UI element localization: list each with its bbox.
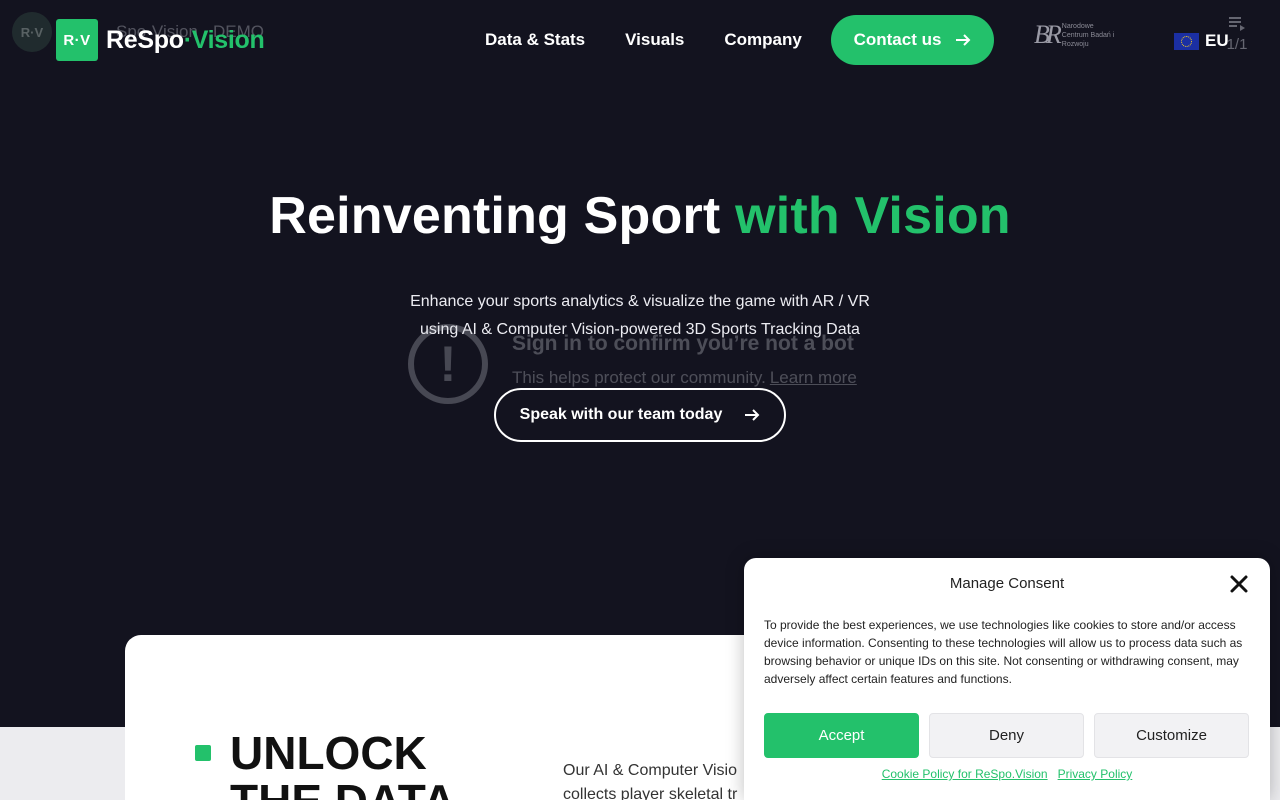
- cookie-policy-link[interactable]: Cookie Policy for ReSpo.Vision: [882, 767, 1048, 781]
- arrow-right-icon: [956, 34, 971, 46]
- accept-button[interactable]: Accept: [764, 713, 919, 758]
- site-logo[interactable]: R·V ReSpo·Vision: [56, 19, 265, 61]
- main-nav: Data & Stats Visuals Company: [485, 30, 802, 50]
- alert-icon: !: [408, 324, 488, 404]
- section-title: UNLOCK THE DATA: [230, 729, 456, 800]
- playlist-queue[interactable]: 1/1: [1222, 16, 1252, 53]
- speak-with-team-label: Speak with our team today: [519, 406, 723, 423]
- nav-item-visuals[interactable]: Visuals: [625, 30, 684, 50]
- hero-title: Reinventing Sport with Vision: [0, 186, 1280, 246]
- speak-with-team-button[interactable]: Speak with our team today: [494, 388, 786, 442]
- consent-links: Cookie Policy for ReSpo.Vision Privacy P…: [744, 767, 1270, 781]
- hero-title-accent: with Vision: [735, 187, 1011, 245]
- section-title-line2: THE DATA: [230, 777, 456, 800]
- customize-button[interactable]: Customize: [1094, 713, 1249, 758]
- hero-title-part1: Reinventing Sport: [269, 187, 736, 245]
- logo-badge: R·V: [56, 19, 98, 61]
- privacy-policy-link[interactable]: Privacy Policy: [1058, 767, 1133, 781]
- playlist-icon: [1229, 17, 1245, 31]
- logo-wordmark: ReSpo·Vision: [106, 25, 265, 55]
- section-bullet-icon: [195, 745, 211, 761]
- consent-buttons: Accept Deny Customize: [764, 713, 1249, 758]
- bot-check-description: This helps protect our community.: [512, 368, 766, 387]
- consent-title: Manage Consent: [949, 575, 1065, 592]
- channel-avatar[interactable]: R·V: [12, 12, 52, 52]
- cookie-consent-dialog: Manage Consent To provide the best exper…: [744, 558, 1270, 800]
- bot-check-body: This helps protect our community. Learn m…: [512, 368, 857, 388]
- bot-check-heading: Sign in to confirm you’re not a bot: [512, 332, 854, 355]
- nav-item-data-stats[interactable]: Data & Stats: [485, 30, 585, 50]
- ncbr-partner-logo[interactable]: BR Narodowe Centrum Badań i Rozwoju: [1034, 20, 1122, 50]
- section-text-line1: Our AI & Computer Visio: [563, 762, 737, 779]
- arrow-right-icon: [745, 409, 760, 421]
- logo-name-part2: ·Vision: [183, 25, 265, 54]
- section-text-line2: collects player skeletal tr: [563, 786, 738, 800]
- consent-body: To provide the best experiences, we use …: [764, 618, 1243, 686]
- site-header: R·V Spo·Vision · DEMO R·V ReSpo·Vision D…: [0, 0, 1280, 80]
- ncbr-mark: BR: [1034, 20, 1062, 49]
- learn-more-link[interactable]: Learn more: [770, 368, 857, 387]
- deny-button[interactable]: Deny: [929, 713, 1084, 758]
- logo-name-part1: ReSpo: [106, 25, 184, 54]
- section-title-line1: UNLOCK: [230, 727, 427, 779]
- contact-us-label: Contact us: [853, 30, 942, 49]
- close-icon[interactable]: [1228, 573, 1250, 595]
- contact-us-button[interactable]: Contact us: [831, 15, 994, 65]
- ncbr-text: Narodowe Centrum Badań i Rozwoju: [1061, 22, 1115, 48]
- section-text: Our AI & Computer Visio collects player …: [563, 759, 763, 800]
- playlist-count: 1/1: [1226, 36, 1248, 53]
- language-switcher[interactable]: EU: [1174, 31, 1229, 51]
- eu-flag-icon: [1174, 32, 1199, 50]
- nav-item-company[interactable]: Company: [724, 30, 801, 50]
